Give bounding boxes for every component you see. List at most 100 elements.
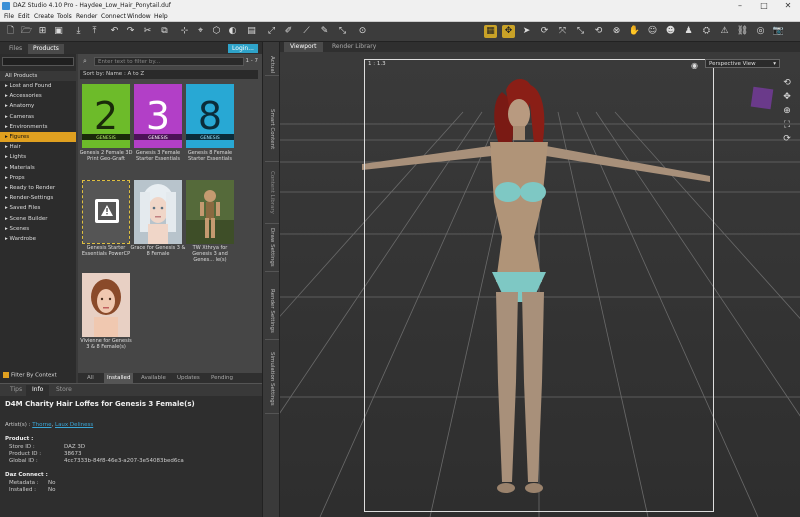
- undo-icon[interactable]: ↶: [108, 25, 121, 38]
- category-item[interactable]: ▸ Figures: [0, 132, 76, 142]
- category-search-input[interactable]: [2, 57, 74, 66]
- product-thumb-genesis8[interactable]: 8 GENESIS: [186, 84, 234, 148]
- tab-pending[interactable]: Pending: [208, 373, 236, 383]
- category-item[interactable]: ▸ Accessories: [0, 91, 76, 101]
- menu-create[interactable]: Create: [34, 13, 54, 20]
- sidetab-content-library[interactable]: Content Library: [265, 162, 279, 224]
- save-icon[interactable]: ▣: [52, 25, 65, 38]
- warning-icon[interactable]: ⚠: [718, 25, 731, 38]
- tab-render-library[interactable]: Render Library: [326, 42, 382, 52]
- camera-aim-icon[interactable]: ⊙: [356, 25, 369, 38]
- sidetab-simulation-settings[interactable]: Simulation Settings: [265, 344, 279, 414]
- node-weight-icon[interactable]: ⊗: [610, 25, 623, 38]
- tab-files[interactable]: Files: [4, 44, 27, 54]
- powerpose-icon[interactable]: ♟: [682, 25, 695, 38]
- universal-tool-icon[interactable]: ✥: [502, 25, 515, 38]
- tab-updates[interactable]: Updates: [174, 373, 203, 383]
- category-item[interactable]: ▸ Ready to Render: [0, 183, 76, 193]
- menu-render[interactable]: Render: [76, 13, 97, 20]
- menu-window[interactable]: Window: [127, 13, 151, 20]
- filter-by-context-checkbox[interactable]: Filter By Context: [3, 371, 57, 378]
- tab-products[interactable]: Products: [28, 44, 64, 54]
- rotate-y-icon[interactable]: ⟲: [592, 25, 605, 38]
- close-button[interactable]: ✕: [776, 0, 800, 12]
- category-item[interactable]: ▸ Anatomy: [0, 101, 76, 111]
- product-thumb-genesis3[interactable]: 3 GENESIS: [134, 84, 182, 148]
- product-thumb-genesis2[interactable]: 2 GENESIS: [82, 84, 130, 148]
- view-icon[interactable]: ◎: [754, 25, 767, 38]
- group-icon[interactable]: ⛭: [700, 25, 713, 38]
- tab-installed[interactable]: Installed: [104, 373, 134, 383]
- category-item[interactable]: ▸ Materials: [0, 163, 76, 173]
- category-item[interactable]: ▸ Cameras: [0, 112, 76, 122]
- sidetab-actual[interactable]: Actual: [265, 54, 279, 76]
- spot-render-icon[interactable]: ⤡: [336, 25, 349, 38]
- view-options-icon[interactable]: ◉: [691, 61, 698, 70]
- scene-tool-icon[interactable]: ⤢: [265, 25, 278, 38]
- orbit-icon[interactable]: ⟲: [782, 78, 792, 88]
- category-item[interactable]: ▸ Scene Builder: [0, 214, 76, 224]
- sidetab-render-settings[interactable]: Render Settings: [265, 282, 279, 340]
- measure-icon[interactable]: ⟋: [300, 25, 313, 38]
- product-thumb-grace[interactable]: [134, 180, 182, 244]
- menu-tools[interactable]: Tools: [57, 13, 72, 20]
- frame-icon[interactable]: ⛶: [782, 120, 792, 130]
- open-file-icon[interactable]: 🗁: [20, 25, 33, 38]
- translate-icon[interactable]: ⤧: [556, 25, 569, 38]
- select-arrow-icon[interactable]: ➤: [520, 25, 533, 38]
- pan-icon[interactable]: ✥: [782, 92, 792, 102]
- render-settings-icon[interactable]: ▦: [484, 25, 497, 38]
- surface-selection-icon[interactable]: ✐: [282, 25, 295, 38]
- rotate-icon[interactable]: ⟳: [538, 25, 551, 38]
- figure-select-icon[interactable]: ☻: [664, 25, 677, 38]
- product-thumb-xthrya[interactable]: [186, 180, 234, 244]
- product-thumb-starter-essentials[interactable]: [82, 180, 130, 244]
- new-file-icon[interactable]: 🗋: [4, 25, 17, 38]
- merge-icon[interactable]: ⊞: [36, 25, 49, 38]
- sort-dropdown[interactable]: Sort by: Name : A to Z: [80, 70, 258, 79]
- category-item[interactable]: ▸ Scenes: [0, 224, 76, 234]
- menu-help[interactable]: Help: [154, 13, 168, 20]
- joint-edit-icon[interactable]: ⌖: [194, 25, 207, 38]
- artist-link[interactable]: Laux Deliness: [55, 422, 93, 428]
- reset-view-icon[interactable]: ⟳: [782, 134, 792, 144]
- artist-link[interactable]: Thorne: [32, 422, 51, 428]
- zoom-icon[interactable]: ⊕: [782, 106, 792, 116]
- sidetab-draw-settings[interactable]: Draw Settings: [265, 224, 279, 272]
- navigation-cube[interactable]: [750, 86, 774, 110]
- tab-all[interactable]: All: [84, 373, 97, 383]
- menu-file[interactable]: File: [4, 13, 14, 20]
- menu-edit[interactable]: Edit: [18, 13, 30, 20]
- active-pose-icon[interactable]: ✋: [628, 25, 641, 38]
- sidetab-smart-content[interactable]: Smart Content: [265, 98, 279, 162]
- 3d-scene[interactable]: 1 : 1.3 ◉ Perspective View ▾ ⟲ ✥ ⊕ ⛶ ⟳: [280, 52, 800, 517]
- tab-viewport[interactable]: Viewport: [284, 42, 323, 52]
- category-item[interactable]: ▸ Render-Settings: [0, 193, 76, 203]
- layout-icon[interactable]: ▤: [245, 25, 258, 38]
- figure-icon[interactable]: ☺: [646, 25, 659, 38]
- tab-tips[interactable]: Tips: [4, 385, 28, 396]
- category-all-products[interactable]: All Products: [0, 71, 76, 81]
- camera-select-dropdown[interactable]: Perspective View ▾: [705, 59, 780, 68]
- tab-available[interactable]: Available: [138, 373, 169, 383]
- maximize-button[interactable]: □: [752, 0, 776, 12]
- weight-map-icon[interactable]: ◐: [226, 25, 239, 38]
- geometry-edit-icon[interactable]: ⬡: [210, 25, 223, 38]
- export-icon[interactable]: ⤒: [88, 25, 101, 38]
- category-item[interactable]: ▸ Props: [0, 173, 76, 183]
- category-item[interactable]: ▸ Lights: [0, 152, 76, 162]
- import-icon[interactable]: ⤓: [72, 25, 85, 38]
- minimize-button[interactable]: –: [728, 0, 752, 12]
- cut-icon[interactable]: ✂: [141, 25, 154, 38]
- category-item[interactable]: ▸ Lost and Found: [0, 81, 76, 91]
- category-item[interactable]: ▸ Saved Files: [0, 203, 76, 213]
- link-icon[interactable]: ⛓: [736, 25, 749, 38]
- login-button[interactable]: Login...: [228, 44, 258, 53]
- camera-render-icon[interactable]: 📷: [772, 25, 785, 38]
- menu-connect[interactable]: Connect: [101, 13, 126, 20]
- category-item[interactable]: ▸ Environments: [0, 122, 76, 132]
- scale-icon[interactable]: ⤡: [574, 25, 587, 38]
- brush-icon[interactable]: ✎: [318, 25, 331, 38]
- tab-store[interactable]: Store: [50, 385, 78, 396]
- product-thumb-vivienne[interactable]: [82, 273, 130, 337]
